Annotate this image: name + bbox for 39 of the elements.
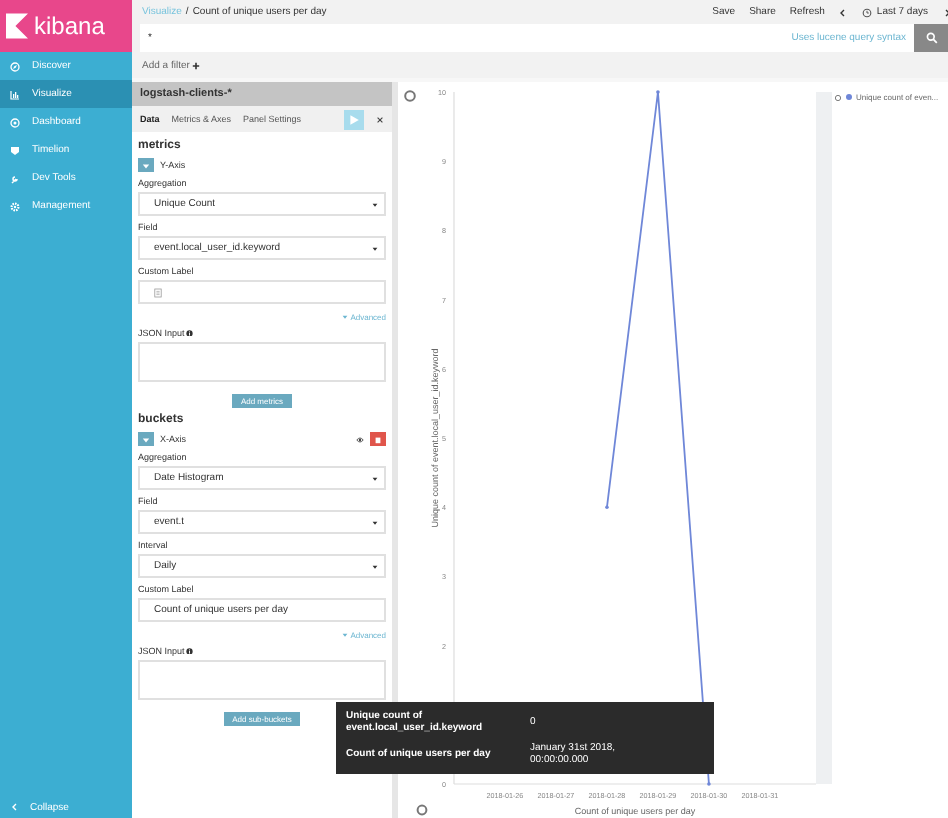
caret-icon: [142, 435, 150, 443]
legend-dot: [846, 94, 852, 100]
play-icon: [348, 113, 360, 125]
caret-icon: [342, 314, 349, 320]
close-icon[interactable]: [376, 115, 384, 123]
caret-icon: [342, 632, 349, 638]
caret-icon: [372, 245, 378, 251]
json-input-field[interactable]: [138, 342, 386, 382]
logo-icon: [6, 12, 28, 40]
caret-icon: [142, 161, 150, 169]
chevron-left-icon[interactable]: [838, 7, 849, 17]
logo-text: kibana: [34, 12, 105, 40]
gauge-icon: [10, 117, 20, 127]
gear-icon: [10, 201, 20, 211]
info-icon: [186, 329, 194, 337]
text-field[interactable]: [138, 280, 386, 304]
caret-icon: [372, 475, 378, 481]
shield-icon: [10, 145, 20, 155]
compass-icon: [10, 61, 20, 71]
document-icon: [154, 287, 162, 297]
plus-icon[interactable]: [191, 62, 200, 70]
settings-icon[interactable]: [404, 90, 416, 102]
trash-icon: [374, 435, 382, 443]
json-input-field[interactable]: [138, 660, 386, 700]
settings-icon[interactable]: [834, 93, 842, 101]
caret-icon: [372, 201, 378, 207]
eye-icon[interactable]: [356, 435, 364, 443]
chevron-left-icon: [10, 802, 20, 812]
search-icon: [925, 32, 937, 44]
wrench-icon: [10, 173, 20, 183]
settings-icon[interactable]: [416, 804, 428, 816]
collapse-toggle-button[interactable]: [138, 158, 154, 172]
clock-icon: [862, 7, 873, 17]
collapse-toggle-button[interactable]: [138, 432, 154, 446]
bar-chart-icon: [10, 89, 20, 99]
remove-button[interactable]: [370, 432, 386, 446]
caret-icon: [372, 563, 378, 569]
info-icon: [186, 647, 194, 655]
caret-icon: [372, 519, 378, 525]
